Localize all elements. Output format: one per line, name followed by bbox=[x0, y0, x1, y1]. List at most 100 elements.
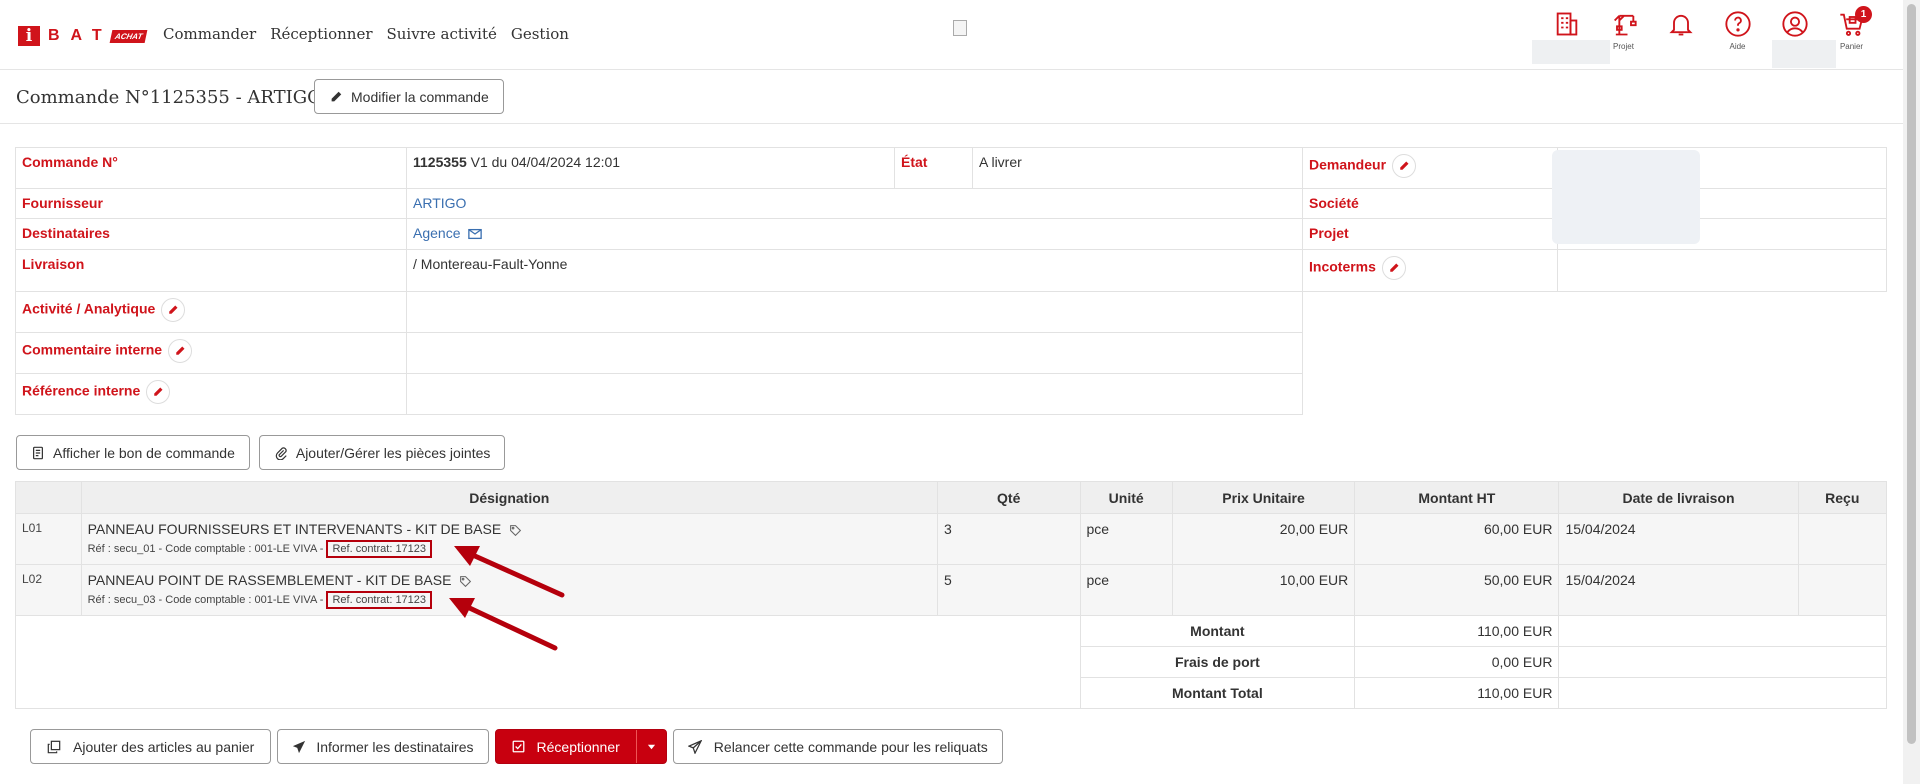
projet-label-info: Projet bbox=[1309, 225, 1349, 241]
company-button[interactable] bbox=[1538, 10, 1595, 60]
menu-commander[interactable]: Commander bbox=[163, 25, 256, 43]
table-row: L01 PANNEAU FOURNISSEURS ET INTERVENANTS… bbox=[15, 513, 1888, 565]
cell-commande-value: 1125355 V1 du 04/04/2024 12:01 bbox=[406, 147, 895, 189]
top-navbar: i BAT ACHAT Commander Réceptionner Suivr… bbox=[0, 0, 1920, 70]
header-unite[interactable]: Unité bbox=[1079, 481, 1173, 514]
cell-societe-label: Société bbox=[1302, 188, 1558, 219]
order-lines-table: Désignation Qté Unité Prix Unitaire Mont… bbox=[15, 481, 1888, 709]
logo-bat: BAT bbox=[48, 27, 113, 44]
page-scrollbar[interactable] bbox=[1903, 0, 1920, 784]
line-qte: 5 bbox=[936, 564, 1081, 616]
cell-destinataires-value: Agence bbox=[406, 218, 1303, 250]
header-recu[interactable]: Reçu bbox=[1797, 481, 1888, 514]
blurred-requester-info bbox=[1552, 150, 1700, 244]
header-montant[interactable]: Montant HT bbox=[1354, 481, 1560, 514]
cell-activite-label: Activité / Analytique bbox=[15, 291, 407, 333]
main-menu: Commander Réceptionner Suivre activité G… bbox=[163, 25, 569, 43]
nav-icons: Projet Aide Panier 1 bbox=[1538, 6, 1880, 60]
inform-recipients-button[interactable]: Informer les destinataires bbox=[277, 729, 489, 764]
cell-incoterms-label: Incoterms bbox=[1302, 249, 1558, 292]
commande-number: 1125355 bbox=[413, 154, 467, 170]
panier-label: Panier bbox=[1839, 42, 1864, 51]
company-icon bbox=[1556, 12, 1577, 36]
projet-label: Projet bbox=[1613, 42, 1634, 51]
page-title: Commande N°1125355 - ARTIGO bbox=[16, 87, 322, 108]
menu-gestion[interactable]: Gestion bbox=[511, 25, 569, 43]
total-montant-value: 110,00 EUR bbox=[1354, 615, 1560, 647]
header-designation[interactable]: Désignation bbox=[80, 481, 938, 514]
pencil-icon bbox=[176, 346, 185, 355]
receptionner-dropdown-toggle[interactable] bbox=[635, 730, 666, 763]
ibat-logo[interactable]: i BAT ACHAT bbox=[18, 26, 148, 46]
receptionner-split-button: Réceptionner bbox=[494, 729, 667, 764]
cell-etat-label: État bbox=[894, 147, 973, 189]
copy-icon bbox=[47, 740, 61, 753]
manage-attachments-button[interactable]: Ajouter/Gérer les pièces jointes bbox=[258, 435, 506, 470]
envelope-icon[interactable] bbox=[468, 228, 483, 240]
total-global-value: 110,00 EUR bbox=[1354, 677, 1560, 709]
projet-button[interactable]: Projet bbox=[1595, 10, 1652, 60]
modify-order-button[interactable]: Modifier la commande bbox=[314, 79, 504, 114]
cell-activite-value bbox=[406, 291, 1303, 333]
edit-demandeur-button[interactable] bbox=[1392, 154, 1417, 178]
line-unite: pce bbox=[1079, 513, 1173, 565]
cell-projet-label: Projet bbox=[1302, 218, 1558, 250]
line-details: Réf : secu_03 - Code comptable : 001-LE … bbox=[87, 594, 327, 606]
etat-value: A livrer bbox=[979, 154, 1022, 170]
etat-label: État bbox=[901, 154, 928, 170]
header-prix[interactable]: Prix Unitaire bbox=[1171, 481, 1356, 514]
livraison-value: / Montereau-Fault-Yonne bbox=[413, 256, 568, 272]
add-to-cart-button[interactable]: Ajouter des articles au panier bbox=[30, 729, 272, 764]
aide-label: Aide bbox=[1729, 42, 1746, 51]
menu-receptionner[interactable]: Réceptionner bbox=[270, 25, 372, 43]
receptionner-button[interactable]: Réceptionner bbox=[496, 739, 636, 755]
line-code: L02 bbox=[15, 564, 82, 616]
broken-image-icon bbox=[953, 20, 967, 36]
line-details: Réf : secu_01 - Code comptable : 001-LE … bbox=[87, 543, 327, 555]
pencil-icon bbox=[1400, 161, 1409, 170]
modify-order-label: Modifier la commande bbox=[351, 88, 489, 105]
tag-icon[interactable] bbox=[509, 524, 522, 537]
bell-icon bbox=[1668, 14, 1693, 36]
caret-down-icon bbox=[647, 744, 655, 750]
relance-button[interactable]: Relancer cette commande pour les reliqua… bbox=[672, 729, 1003, 764]
ref-contrat-highlight: Ref. contrat: 17123 bbox=[326, 591, 433, 609]
show-purchase-order-button[interactable]: Afficher le bon de commande bbox=[16, 435, 250, 470]
cell-reference-value bbox=[406, 373, 1303, 415]
cart-badge: 1 bbox=[1855, 6, 1872, 23]
aide-button[interactable]: Aide bbox=[1709, 10, 1766, 60]
destinataires-link[interactable]: Agence bbox=[413, 225, 460, 241]
edit-activite-button[interactable] bbox=[161, 298, 186, 322]
total-global-label: Montant Total bbox=[1079, 677, 1356, 709]
line-date: 15/04/2024 bbox=[1558, 564, 1799, 616]
line-designation: PANNEAU FOURNISSEURS ET INTERVENANTS - K… bbox=[87, 521, 502, 537]
scrollbar-thumb[interactable] bbox=[1907, 4, 1916, 744]
pencil-icon bbox=[331, 91, 342, 101]
notifications-button[interactable] bbox=[1652, 10, 1709, 60]
panier-button[interactable]: Panier 1 bbox=[1823, 6, 1880, 60]
cell-commentaire-value bbox=[406, 332, 1303, 374]
line-date: 15/04/2024 bbox=[1558, 513, 1799, 565]
header-date[interactable]: Date de livraison bbox=[1558, 481, 1799, 514]
footer-actions: Ajouter des articles au panier Informer … bbox=[30, 729, 1003, 764]
pencil-icon bbox=[154, 387, 163, 396]
total-frais-value: 0,00 EUR bbox=[1354, 646, 1560, 678]
show-purchase-order-label: Afficher le bon de commande bbox=[53, 444, 235, 461]
annotation-arrow-2 bbox=[449, 598, 558, 651]
logo-i: i bbox=[18, 26, 40, 46]
edit-commentaire-button[interactable] bbox=[168, 339, 193, 363]
user-icon bbox=[1781, 11, 1808, 37]
order-actions: Afficher le bon de commande Ajouter/Gére… bbox=[16, 435, 506, 470]
checkbox-icon bbox=[512, 740, 524, 753]
total-montant-label: Montant bbox=[1079, 615, 1356, 647]
cell-etat-value: A livrer bbox=[972, 147, 1303, 189]
menu-suivre-activite[interactable]: Suivre activité bbox=[387, 25, 497, 43]
line-designation: PANNEAU POINT DE RASSEMBLEMENT - KIT DE … bbox=[87, 572, 452, 588]
livraison-label: Livraison bbox=[22, 256, 85, 272]
table-header-row: Désignation Qté Unité Prix Unitaire Mont… bbox=[15, 481, 1888, 514]
user-button[interactable] bbox=[1766, 10, 1823, 60]
fournisseur-link[interactable]: ARTIGO bbox=[413, 195, 466, 211]
header-qte[interactable]: Qté bbox=[936, 481, 1081, 514]
edit-incoterms-button[interactable] bbox=[1381, 256, 1406, 280]
edit-reference-button[interactable] bbox=[146, 380, 171, 404]
